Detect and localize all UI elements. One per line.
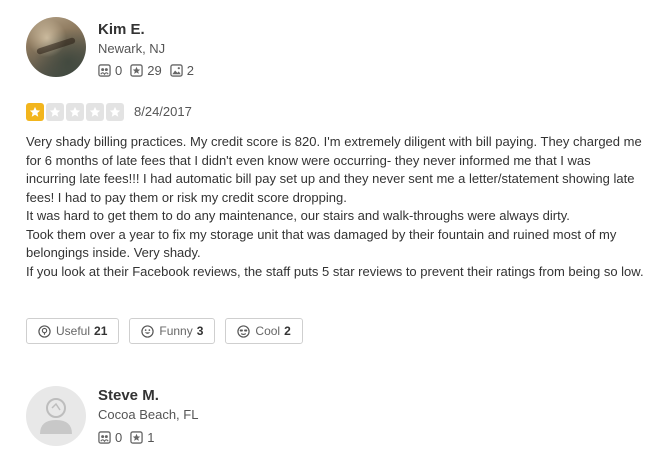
rating-star: [66, 103, 84, 121]
friends-count: 0: [115, 430, 123, 445]
useful-button[interactable]: Useful 21: [26, 318, 120, 344]
user-name[interactable]: Kim E.: [98, 21, 145, 38]
user-location: Newark, NJ: [98, 41, 166, 56]
review-paragraph: Took them over a year to fix my storage …: [26, 226, 617, 261]
sunglasses-icon: [237, 324, 251, 338]
user-avatar[interactable]: [26, 17, 86, 77]
rating-star: [26, 103, 44, 121]
useful-count: 21: [94, 324, 108, 338]
photos-count: 2: [186, 63, 194, 78]
reviews-count: 1: [147, 430, 155, 445]
review-paragraph: Very shady billing practices. My credit …: [26, 134, 642, 205]
review-star-icon: [130, 64, 143, 77]
friends-icon: [98, 64, 111, 77]
review-date: 8/24/2017: [134, 104, 192, 119]
funny-count: 3: [196, 324, 204, 338]
reviews-count: 29: [147, 63, 162, 78]
friends-count: 0: [115, 63, 123, 78]
cool-count: 2: [284, 324, 291, 338]
review-paragraph: If you look at their Facebook reviews, t…: [26, 263, 644, 279]
rating-star: [86, 103, 104, 121]
smiley-icon: [141, 324, 155, 338]
review-body: Very shady billing practices. My credit …: [26, 133, 644, 281]
review-star-icon: [130, 431, 143, 444]
cool-button[interactable]: Cool 2: [225, 318, 303, 344]
lightbulb-icon: [38, 324, 51, 338]
user-stats: 0 29 2: [98, 63, 202, 78]
friends-icon: [98, 431, 111, 444]
photos-stat: 2: [169, 63, 194, 78]
useful-label: Useful: [56, 324, 91, 338]
user-name[interactable]: Steve M.: [98, 387, 159, 404]
default-avatar-icon: [40, 398, 72, 434]
reviews-stat: 1: [130, 430, 154, 445]
user-stats: 0 1: [98, 430, 162, 445]
funny-button[interactable]: Funny 3: [129, 318, 216, 344]
reviews-stat: 29: [130, 63, 162, 78]
star-rating: [26, 103, 126, 121]
rating-star: [106, 103, 124, 121]
user-location: Cocoa Beach, FL: [98, 407, 199, 422]
funny-label: Funny: [159, 324, 193, 338]
friends-stat: 0: [98, 63, 122, 78]
user-avatar[interactable]: [26, 386, 86, 446]
avatar-photo-detail: [36, 36, 76, 56]
vote-buttons: Useful 21 Funny 3 Cool 2: [26, 318, 313, 344]
rating-star: [46, 103, 64, 121]
review-paragraph: It was hard to get them to do any mainte…: [26, 208, 570, 223]
photo-icon: [169, 64, 183, 77]
friends-stat: 0: [98, 430, 122, 445]
cool-label: Cool: [255, 324, 281, 338]
